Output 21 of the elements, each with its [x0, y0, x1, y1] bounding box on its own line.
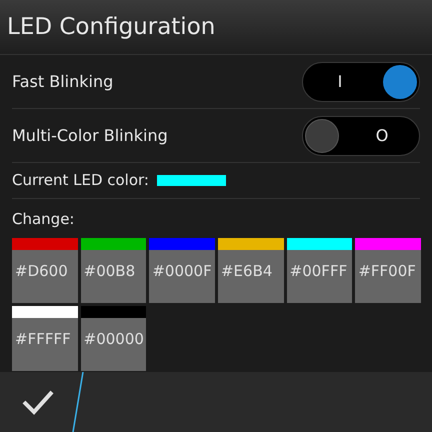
- toggle-on-text: I: [336, 70, 344, 92]
- color-option[interactable]: #D600: [12, 238, 78, 302]
- toggle-switch[interactable]: O: [302, 116, 420, 156]
- toggle-switch[interactable]: I: [302, 62, 420, 102]
- setting-label: Fast Blinking: [12, 70, 114, 92]
- divider-line: [71, 372, 85, 432]
- color-option[interactable]: #E6B4: [218, 238, 284, 302]
- color-option[interactable]: #0000F: [149, 238, 215, 302]
- color-option[interactable]: #00B8: [80, 238, 146, 302]
- current-color-label: Current LED color:: [12, 170, 149, 192]
- window-title: LED Configuration: [7, 12, 216, 42]
- color-option[interactable]: #FFFFF: [12, 306, 78, 370]
- change-label: Change:: [12, 209, 76, 230]
- toggle-thumb: [383, 64, 417, 98]
- setting-label: Multi-Color Blinking: [12, 124, 168, 146]
- color-option[interactable]: #00000: [80, 306, 146, 370]
- color-option[interactable]: #FF00F: [355, 238, 421, 302]
- color-option[interactable]: #00FFF: [286, 238, 352, 302]
- toggle-off-text: O: [374, 124, 390, 146]
- checkmark-icon: [21, 388, 55, 416]
- toggle-thumb: [305, 118, 339, 152]
